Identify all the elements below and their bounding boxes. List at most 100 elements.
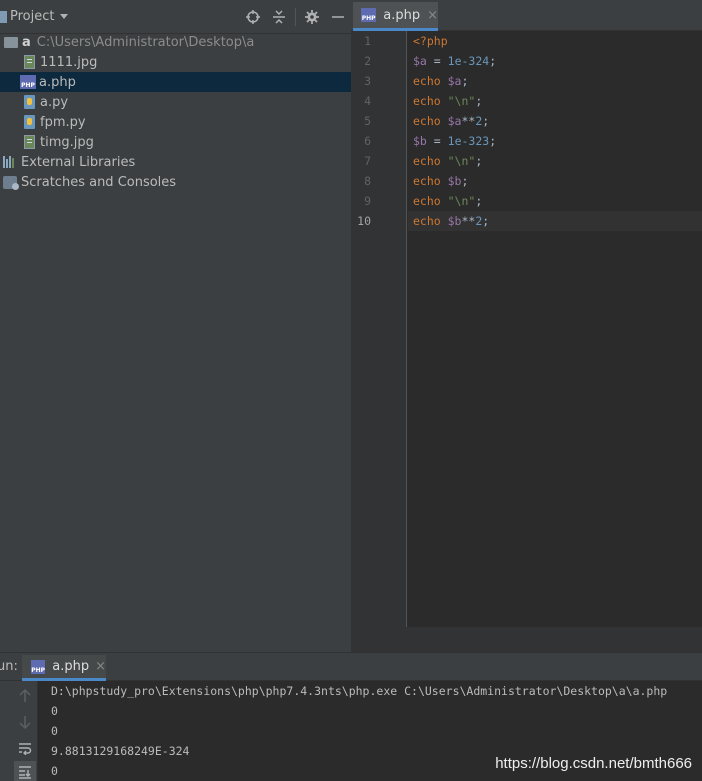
tree-item-label: Scratches and Consoles [21,174,177,190]
code-token: "\n" [447,94,476,108]
code-token: $b [447,174,462,188]
code-line[interactable]: echo "\n"; [408,151,702,171]
locate-icon[interactable] [240,4,266,30]
tree-root-folder[interactable]: a C:\Users\Administrator\Desktop\a [0,32,351,52]
editor-panel: PHP a.php × 1 2 3 4 5 6 7 8 9 10 <?php $a = 1e-324… [351,0,702,652]
tree-item-label: External Libraries [21,154,136,170]
tree-item-label: a.php [39,74,76,90]
php-file-icon: PHP [361,8,377,22]
code-token: ; [475,94,483,108]
line-number[interactable]: 5 [351,111,371,131]
code-token: echo [413,94,448,108]
code-token: echo [413,114,448,128]
code-token: $b [447,214,462,228]
code-line[interactable]: $b = 1e-323; [408,131,702,151]
code-token: ; [475,194,483,208]
code-token: echo [413,174,448,188]
tree-item-a-php[interactable]: PHP a.php [0,72,351,92]
arrow-up-icon[interactable] [14,685,36,707]
tree-item-external-libraries[interactable]: External Libraries [0,152,351,172]
code-line[interactable]: <?php [408,31,702,51]
project-header: Project [0,0,351,34]
tree-item-scratches[interactable]: Scratches and Consoles [0,172,351,192]
code-token: ; [461,174,469,188]
image-file-icon [24,135,35,149]
python-file-icon [24,95,35,109]
line-number[interactable]: 7 [351,151,371,171]
run-tab-label: a.php [52,659,90,674]
code-line[interactable]: echo $a**2; [408,111,702,131]
code-token: ; [475,154,483,168]
code-token: ** [461,214,476,228]
chevron-down-icon[interactable] [60,14,69,19]
editor-tab-a-php[interactable]: PHP a.php × [353,2,438,31]
soft-wrap-icon[interactable] [14,737,36,759]
code-token: ; [489,134,497,148]
code-token: ** [461,114,476,128]
libraries-icon [3,156,17,168]
console-line: 0 [51,764,58,778]
run-header: un: PHP a.php × [0,653,702,681]
php-file-icon: PHP [31,659,46,674]
close-icon[interactable]: × [95,659,106,674]
code-line[interactable]: $a = 1e-324; [408,51,702,71]
line-number[interactable]: 2 [351,51,371,71]
gear-icon[interactable] [299,4,325,30]
run-tab-a-php[interactable]: PHP a.php × [22,655,106,681]
editor-tab-bar: PHP a.php × [351,0,702,31]
tree-item-label: timg.jpg [40,134,94,150]
image-file-icon [24,55,35,69]
php-file-icon: PHP [20,75,36,89]
tree-item-timg-jpg[interactable]: timg.jpg [0,132,351,152]
code-token: ; [482,214,490,228]
code-line[interactable]: echo $b**2; [408,211,702,231]
code-token: $a [413,54,427,68]
tree-item-label: a.py [40,94,69,110]
code-token: echo [413,194,448,208]
line-number[interactable]: 1 [351,31,371,51]
line-number[interactable]: 4 [351,91,371,111]
python-file-icon [24,115,35,129]
tree-item-a-py[interactable]: a.py [0,92,351,112]
line-number[interactable]: 3 [351,71,371,91]
code-token: echo [413,154,448,168]
tree-item-label: 1111.jpg [40,54,98,70]
tree-item-1111-jpg[interactable]: 1111.jpg [0,52,351,72]
code-token: "\n" [447,154,476,168]
root-folder-path: C:\Users\Administrator\Desktop\a [36,34,255,50]
line-number[interactable]: 6 [351,131,371,151]
close-icon[interactable]: × [427,8,438,23]
code-token: 1e-324 [447,54,490,68]
line-number-gutter: 1 2 3 4 5 6 7 8 9 10 [351,31,407,627]
console-line: D:\phpstudy_pro\Extensions\php\php7.4.3n… [51,684,668,698]
root-folder-name: a [22,34,31,50]
code-line[interactable]: echo "\n"; [408,91,702,111]
arrow-down-icon[interactable] [14,711,36,733]
console-line: 0 [51,704,58,718]
line-number[interactable]: 8 [351,171,371,191]
code-area[interactable]: <?php $a = 1e-324; echo $a; echo "\n"; echo … [408,31,702,627]
code-line[interactable]: echo $a; [408,71,702,91]
code-token: <?php [413,34,448,48]
project-icon [0,10,7,23]
tree-item-fpm-py[interactable]: fpm.py [0,112,351,132]
code-token: $a [447,114,462,128]
watermark: https://blog.csdn.net/bmth666 [495,755,692,772]
tree-item-label: fpm.py [40,114,86,130]
code-line[interactable]: echo $b; [408,171,702,191]
line-number[interactable]: 9 [351,191,371,211]
collapse-all-icon[interactable] [266,4,292,30]
folder-icon [4,36,18,48]
project-view-selector[interactable]: Project [10,9,54,24]
project-toolbar [240,0,351,34]
scroll-to-end-icon[interactable] [14,761,36,781]
code-line[interactable]: echo "\n"; [408,191,702,211]
project-tree: a C:\Users\Administrator\Desktop\a 1111.… [0,32,351,192]
line-number[interactable]: 10 [351,211,371,231]
code-token: ; [461,74,469,88]
scratches-icon [3,175,19,190]
toolbar-divider [295,8,296,26]
code-token: = [426,54,448,68]
minimize-icon[interactable] [325,4,351,30]
code-token: echo [413,74,448,88]
